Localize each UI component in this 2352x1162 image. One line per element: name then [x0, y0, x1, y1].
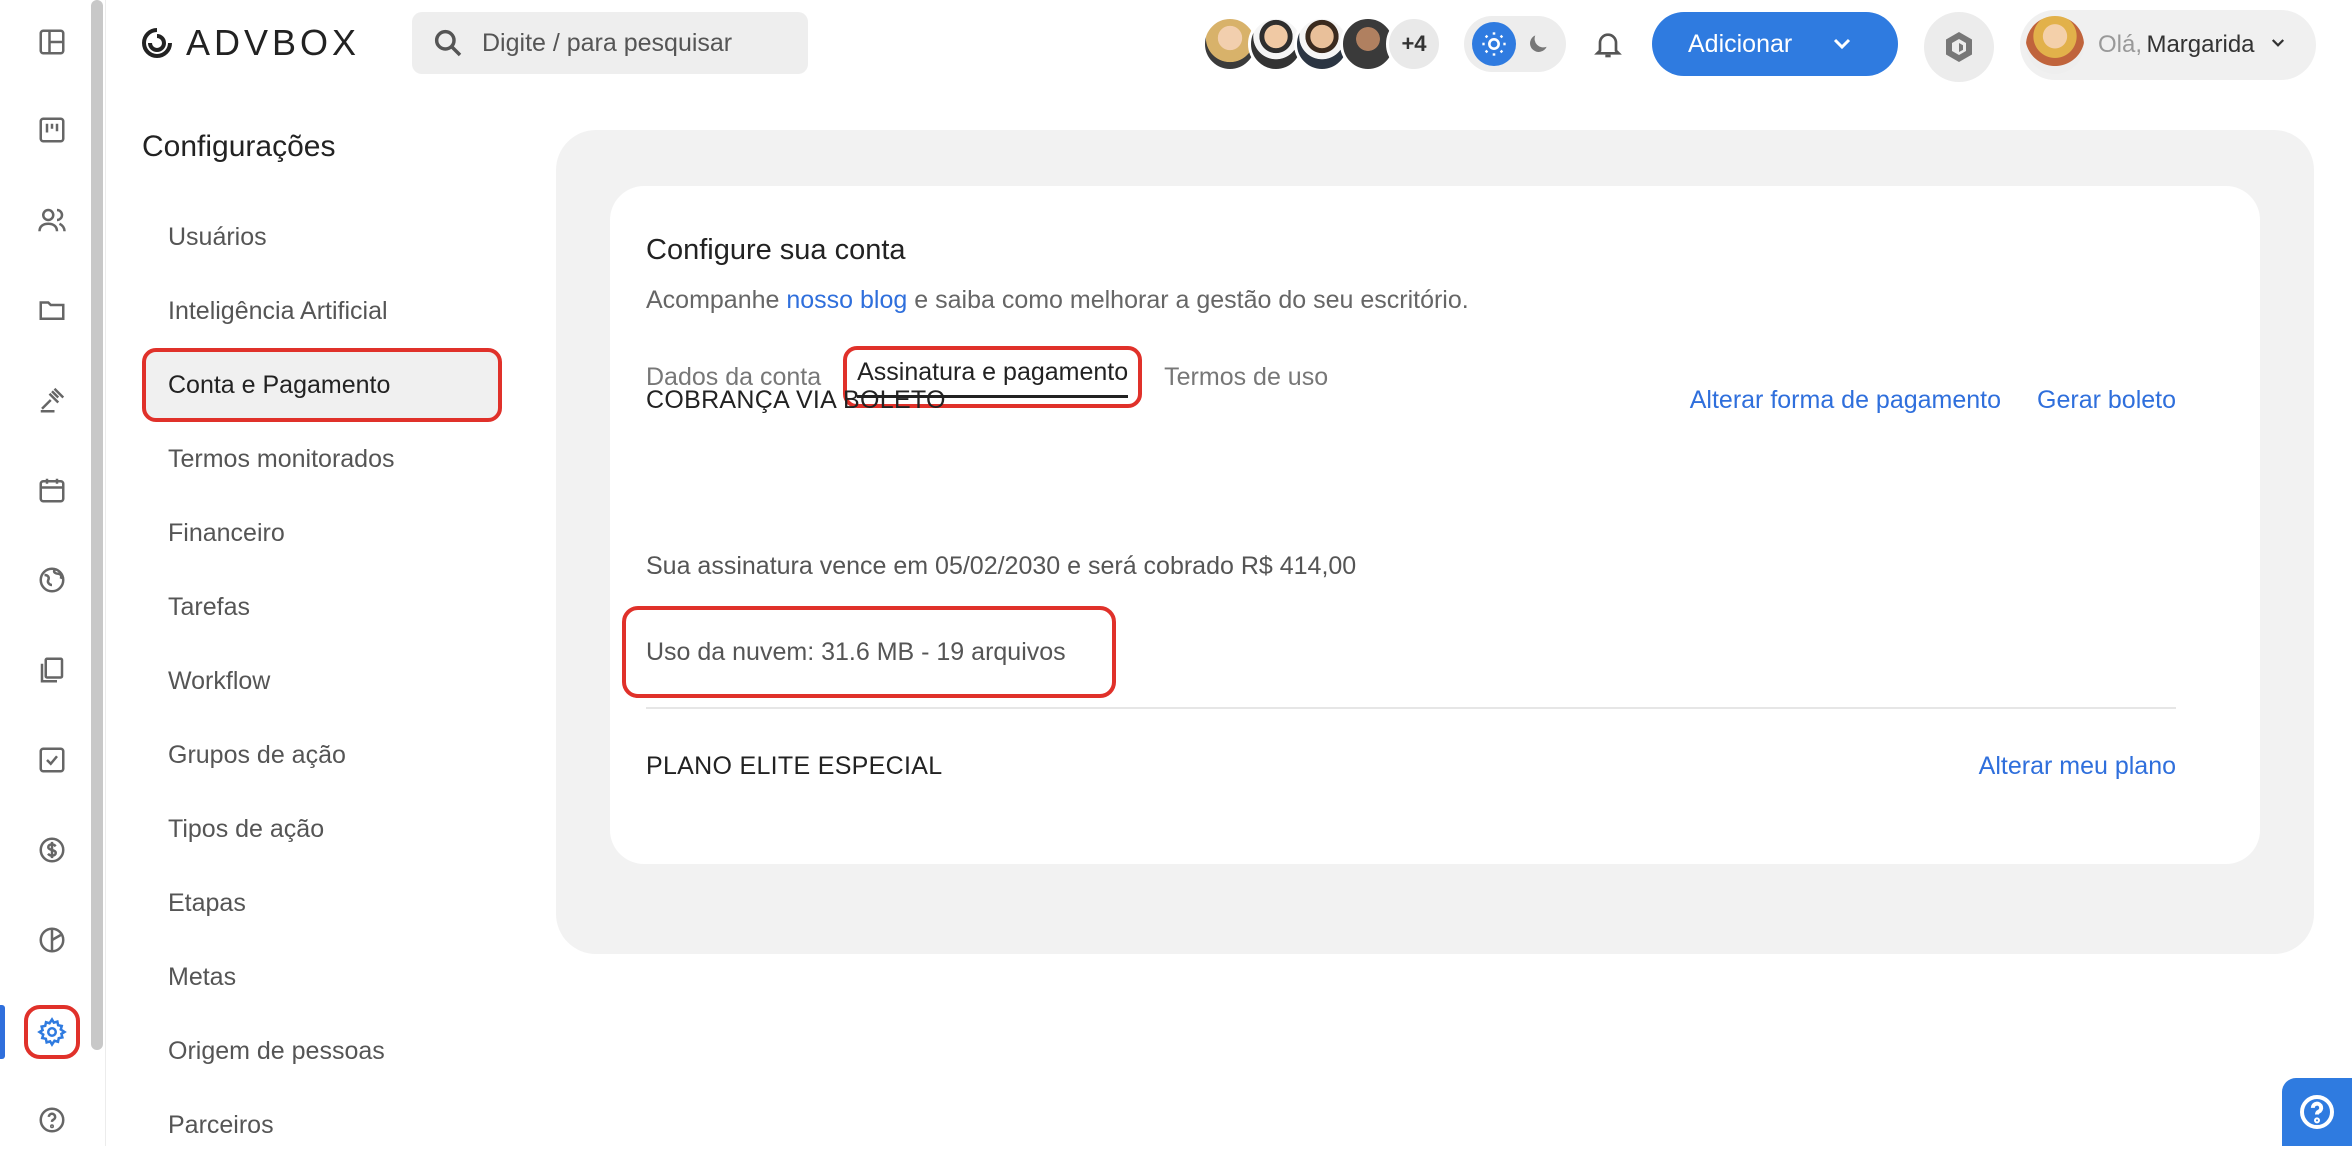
plan-section-header: PLANO ELITE ESPECIAL Alterar meu plano	[646, 752, 2176, 781]
settings-item-etapas[interactable]: Etapas	[142, 866, 502, 940]
blog-link[interactable]: nosso blog	[786, 286, 907, 314]
change-plan-link[interactable]: Alterar meu plano	[1979, 752, 2176, 781]
settings-item-usuarios[interactable]: Usuários	[142, 200, 502, 274]
help-icon[interactable]	[30, 1098, 74, 1142]
company-logo-icon	[1946, 32, 1972, 62]
settings-item-workflow[interactable]: Workflow	[142, 644, 502, 718]
add-button-label: Adicionar	[1688, 29, 1793, 58]
people-icon[interactable]	[30, 198, 74, 242]
dashboard-icon[interactable]	[30, 20, 74, 64]
finance-icon[interactable]	[30, 828, 74, 872]
globe-icon[interactable]	[30, 558, 74, 602]
search-icon	[434, 29, 462, 57]
user-menu[interactable]: Olá, Margarida	[2020, 10, 2316, 80]
tasks-icon[interactable]	[30, 738, 74, 782]
bell-icon[interactable]	[1588, 24, 1628, 64]
help-button[interactable]	[2282, 1078, 2352, 1146]
chevron-down-icon[interactable]	[1830, 32, 1854, 56]
settings-icon[interactable]	[30, 1010, 74, 1054]
subscription-info: Sua assinatura vence em 05/02/2030 e ser…	[646, 552, 1357, 580]
plan-title: PLANO ELITE ESPECIAL	[646, 752, 943, 780]
documents-icon[interactable]	[30, 648, 74, 692]
settings-item-origem-pessoas[interactable]: Origem de pessoas	[142, 1014, 502, 1088]
settings-item-tipos-acao[interactable]: Tipos de ação	[142, 792, 502, 866]
calendar-icon[interactable]	[30, 468, 74, 512]
settings-item-tarefas[interactable]: Tarefas	[142, 570, 502, 644]
subtitle-text: Acompanhe	[646, 286, 787, 314]
settings-item-metas[interactable]: Metas	[142, 940, 502, 1014]
search-input[interactable]	[482, 28, 782, 58]
cloud-usage: Uso da nuvem: 31.6 MB - 19 arquivos	[622, 606, 1116, 698]
logo-mark-icon	[142, 28, 172, 58]
change-payment-link[interactable]: Alterar forma de pagamento	[1690, 386, 2001, 415]
settings-item-financeiro[interactable]: Financeiro	[142, 496, 502, 570]
add-button[interactable]: Adicionar	[1652, 12, 1898, 76]
avatar	[2026, 16, 2084, 74]
settings-nav: Usuários Inteligência Artificial Conta e…	[142, 200, 502, 1162]
moon-icon[interactable]	[1518, 24, 1558, 64]
more-avatars-badge[interactable]: +4	[1386, 16, 1442, 72]
page-subtitle: Acompanhe nosso blog e saiba como melhor…	[646, 286, 1469, 315]
sun-icon[interactable]	[1472, 22, 1516, 66]
page-title: Configure sua conta	[646, 234, 906, 266]
settings-item-parceiros[interactable]: Parceiros	[142, 1088, 502, 1162]
subtitle-text: e saiba como melhorar a gestão do seu es…	[907, 286, 1469, 314]
user-name: Margarida	[2146, 31, 2255, 58]
reports-icon[interactable]	[30, 918, 74, 962]
settings-title: Configurações	[142, 130, 336, 163]
billing-title: COBRANÇA VIA BOLETO	[646, 386, 946, 414]
folder-icon[interactable]	[30, 288, 74, 332]
help-icon	[2300, 1095, 2334, 1129]
logo-text: ADVBOX	[186, 22, 361, 63]
gavel-icon[interactable]	[30, 378, 74, 422]
billing-section-header: COBRANÇA VIA BOLETO Alterar forma de pag…	[646, 386, 2176, 415]
settings-item-grupos-acao[interactable]: Grupos de ação	[142, 718, 502, 792]
company-logo-button[interactable]	[1924, 12, 1994, 82]
divider	[646, 707, 2176, 709]
settings-item-conta-pagamento[interactable]: Conta e Pagamento	[142, 348, 502, 422]
team-avatars[interactable]: +4	[1202, 16, 1442, 74]
settings-item-ia[interactable]: Inteligência Artificial	[142, 274, 502, 348]
greeting: Olá,	[2098, 31, 2143, 58]
generate-boleto-link[interactable]: Gerar boleto	[2037, 386, 2176, 415]
theme-toggle[interactable]	[1464, 16, 1566, 72]
active-indicator	[0, 1005, 5, 1059]
logo[interactable]: ADVBOX	[140, 22, 360, 64]
kanban-icon[interactable]	[30, 108, 74, 152]
account-card: Configure sua conta Acompanhe nosso blog…	[610, 186, 2260, 864]
settings-item-termos-monitorados[interactable]: Termos monitorados	[142, 422, 502, 496]
search-bar[interactable]	[412, 12, 808, 74]
rail-scrollbar[interactable]	[91, 0, 103, 1050]
chevron-down-icon[interactable]	[2269, 34, 2287, 57]
